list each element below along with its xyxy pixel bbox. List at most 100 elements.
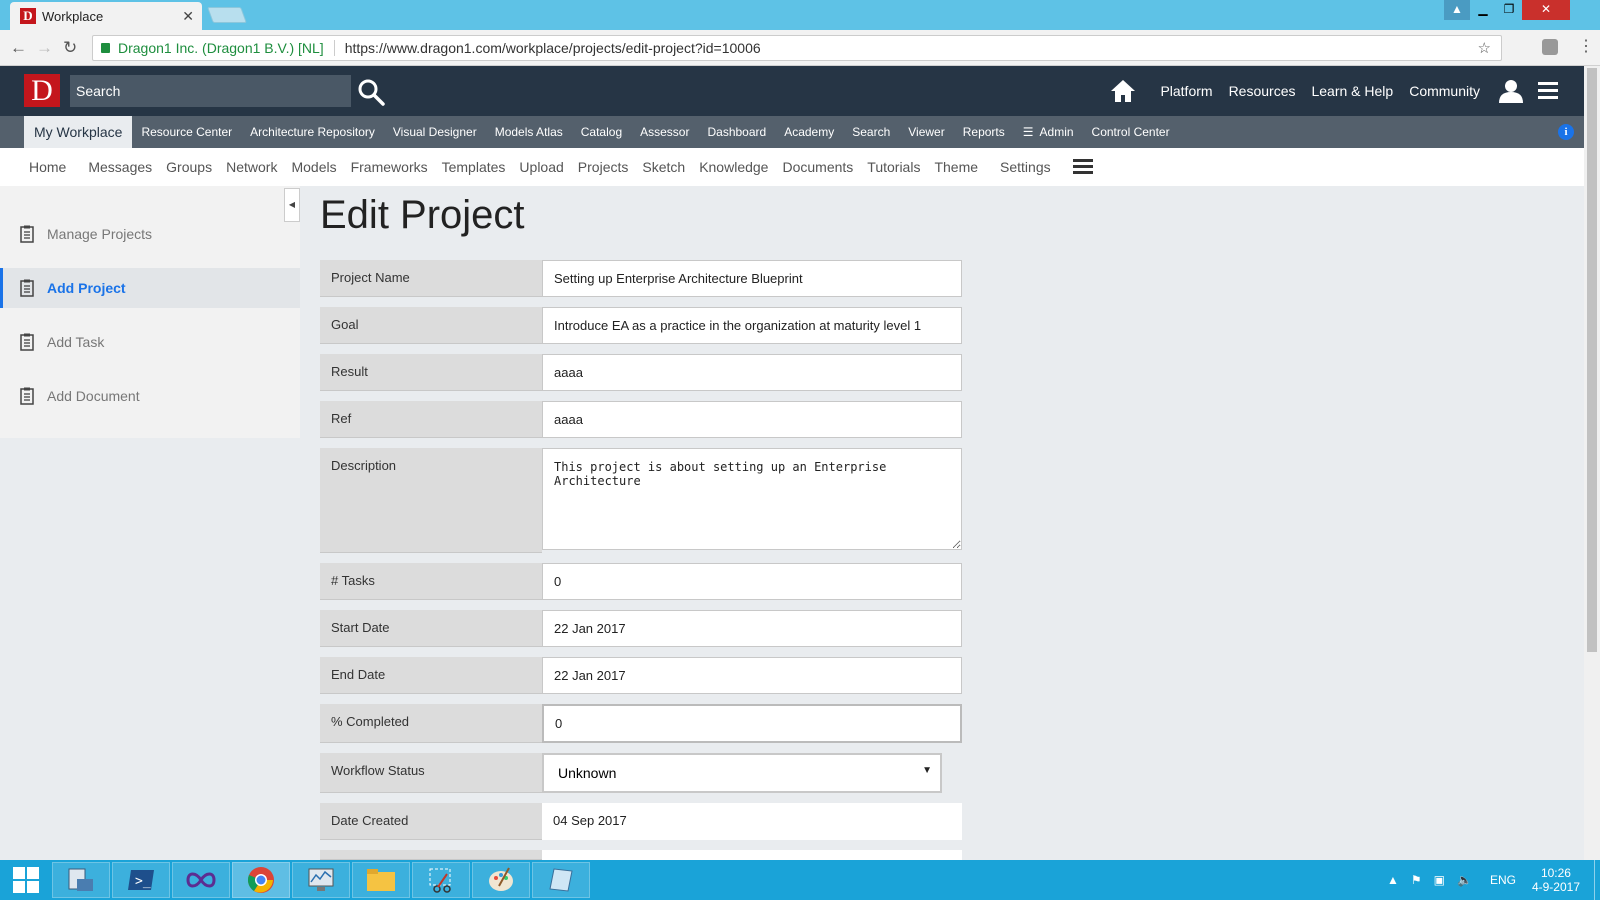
nav-resource-center[interactable]: Resource Center bbox=[132, 116, 241, 148]
search-icon[interactable] bbox=[356, 77, 386, 107]
taskbar-chrome[interactable] bbox=[232, 862, 290, 898]
windows-start-button[interactable] bbox=[2, 862, 50, 898]
nav-viewer[interactable]: Viewer bbox=[899, 116, 953, 148]
tasks-field[interactable]: 0 bbox=[542, 563, 962, 600]
collapse-sidebar-button[interactable]: ◀ bbox=[284, 188, 300, 222]
nav-models-atlas[interactable]: Models Atlas bbox=[486, 116, 572, 148]
more-menu-icon[interactable] bbox=[1072, 159, 1093, 175]
project-name-field[interactable]: Setting up Enterprise Architecture Bluep… bbox=[542, 260, 962, 297]
tab-knowledge[interactable]: Knowledge bbox=[699, 159, 768, 175]
header-link-learn-help[interactable]: Learn & Help bbox=[1311, 83, 1393, 99]
show-hidden-icons[interactable]: ▲ bbox=[1387, 873, 1399, 887]
scrollbar-thumb[interactable] bbox=[1587, 68, 1597, 652]
sidebar-item-label: Add Project bbox=[47, 280, 126, 296]
url-field[interactable]: Dragon1 Inc. (Dragon1 B.V.) [NL] https:/… bbox=[92, 35, 1502, 61]
browser-tabstrip: D Workplace ✕ ▲ ▁ ❐ ✕ bbox=[0, 0, 1600, 30]
taskbar-visual-studio[interactable] bbox=[172, 862, 230, 898]
restore-button[interactable]: ❐ bbox=[1496, 0, 1522, 20]
action-center-icon[interactable]: ⚑ bbox=[1411, 873, 1422, 887]
bookmark-star-icon[interactable]: ☆ bbox=[1478, 39, 1491, 57]
project-name-label: Project Name bbox=[320, 260, 542, 297]
show-desktop-button[interactable] bbox=[1594, 860, 1600, 900]
nav-catalog[interactable]: Catalog bbox=[572, 116, 631, 148]
tab-network[interactable]: Network bbox=[226, 159, 277, 175]
minimize-button[interactable]: ▁ bbox=[1470, 0, 1496, 20]
header-link-resources[interactable]: Resources bbox=[1229, 83, 1296, 99]
nav-reports[interactable]: Reports bbox=[954, 116, 1014, 148]
reload-icon[interactable]: ↻ bbox=[63, 38, 77, 58]
description-textarea[interactable] bbox=[542, 448, 962, 550]
taskbar-snipping-tool[interactable] bbox=[412, 862, 470, 898]
taskbar-file-manager[interactable] bbox=[52, 862, 110, 898]
tab-groups[interactable]: Groups bbox=[166, 159, 212, 175]
nav-dashboard[interactable]: Dashboard bbox=[698, 116, 775, 148]
end-date-field[interactable]: 22 Jan 2017 bbox=[542, 657, 962, 694]
tab-documents[interactable]: Documents bbox=[782, 159, 853, 175]
clipboard-icon bbox=[20, 387, 34, 405]
tab-upload[interactable]: Upload bbox=[519, 159, 563, 175]
nav-search[interactable]: Search bbox=[843, 116, 899, 148]
completed-field[interactable]: 0 bbox=[542, 704, 962, 743]
home-icon[interactable] bbox=[1110, 79, 1136, 103]
browser-menu-icon[interactable]: ⋮ bbox=[1578, 36, 1594, 56]
info-icon[interactable]: i bbox=[1558, 124, 1574, 140]
profile-icon[interactable]: ▲ bbox=[1444, 0, 1470, 20]
header-link-platform[interactable]: Platform bbox=[1160, 83, 1212, 99]
goal-field[interactable]: Introduce EA as a practice in the organi… bbox=[542, 307, 962, 344]
close-tab-icon[interactable]: ✕ bbox=[182, 8, 194, 25]
tab-models[interactable]: Models bbox=[291, 159, 336, 175]
workflow-status-select[interactable]: Unknown ▼ bbox=[542, 753, 942, 793]
nav-academy[interactable]: Academy bbox=[775, 116, 843, 148]
tab-templates[interactable]: Templates bbox=[442, 159, 506, 175]
taskbar-paint[interactable] bbox=[472, 862, 530, 898]
tab-home[interactable]: Home bbox=[29, 159, 66, 175]
taskbar-notepad[interactable] bbox=[532, 862, 590, 898]
sidebar-item-add-project[interactable]: Add Project bbox=[0, 268, 300, 308]
taskbar-powershell[interactable]: >_ bbox=[112, 862, 170, 898]
ref-field[interactable]: aaaa bbox=[542, 401, 962, 438]
taskbar-monitor[interactable] bbox=[292, 862, 350, 898]
tab-projects[interactable]: Projects bbox=[578, 159, 629, 175]
nav-assessor[interactable]: Assessor bbox=[631, 116, 698, 148]
tab-sketch[interactable]: Sketch bbox=[642, 159, 685, 175]
nav-my-workplace[interactable]: My Workplace bbox=[24, 116, 133, 148]
taskbar-clock[interactable]: 10:26 4-9-2017 bbox=[1532, 866, 1580, 894]
tab-theme[interactable]: Theme bbox=[934, 159, 978, 175]
sidebar-item-label: Add Document bbox=[47, 388, 140, 404]
sidebar-item-add-document[interactable]: Add Document bbox=[0, 376, 300, 416]
sidebar-item-add-task[interactable]: Add Task bbox=[0, 322, 300, 362]
nav-visual-designer[interactable]: Visual Designer bbox=[384, 116, 486, 148]
volume-icon[interactable]: 🔈 bbox=[1457, 873, 1472, 887]
tab-messages[interactable]: Messages bbox=[88, 159, 152, 175]
back-icon[interactable]: ← bbox=[10, 38, 27, 58]
workflow-status-value: Unknown bbox=[558, 765, 617, 781]
new-tab-button[interactable] bbox=[207, 7, 247, 23]
nav-architecture-repository[interactable]: Architecture Repository bbox=[241, 116, 384, 148]
tab-tutorials[interactable]: Tutorials bbox=[867, 159, 920, 175]
extension-icon[interactable] bbox=[1542, 39, 1558, 55]
dragon1-favicon: D bbox=[20, 8, 36, 24]
user-icon[interactable] bbox=[1498, 79, 1524, 103]
header-search-input[interactable]: Search bbox=[70, 75, 351, 107]
taskbar-file-explorer[interactable] bbox=[352, 862, 410, 898]
tasks-label: # Tasks bbox=[320, 563, 542, 600]
nav-admin-label: Admin bbox=[1039, 125, 1074, 139]
nav-control-center[interactable]: Control Center bbox=[1083, 116, 1179, 148]
sidebar-item-manage-projects[interactable]: Manage Projects bbox=[0, 214, 300, 254]
nav-admin[interactable]: ☰ Admin bbox=[1014, 116, 1083, 148]
browser-tab[interactable]: D Workplace ✕ bbox=[10, 2, 202, 30]
language-indicator[interactable]: ENG bbox=[1490, 873, 1516, 887]
date-created-value: 04 Sep 2017 bbox=[542, 803, 962, 840]
start-date-field[interactable]: 22 Jan 2017 bbox=[542, 610, 962, 647]
forward-icon[interactable]: → bbox=[36, 38, 53, 58]
lock-icon bbox=[101, 43, 110, 53]
network-icon[interactable]: ▣ bbox=[1434, 873, 1445, 887]
header-link-community[interactable]: Community bbox=[1409, 83, 1480, 99]
page-scrollbar[interactable] bbox=[1584, 66, 1600, 860]
header-menu-icon[interactable] bbox=[1538, 82, 1558, 100]
tab-settings[interactable]: Settings bbox=[1000, 159, 1051, 175]
close-window-button[interactable]: ✕ bbox=[1522, 0, 1570, 20]
tab-frameworks[interactable]: Frameworks bbox=[351, 159, 428, 175]
result-field[interactable]: aaaa bbox=[542, 354, 962, 391]
dragon1-logo[interactable]: D bbox=[24, 74, 60, 107]
